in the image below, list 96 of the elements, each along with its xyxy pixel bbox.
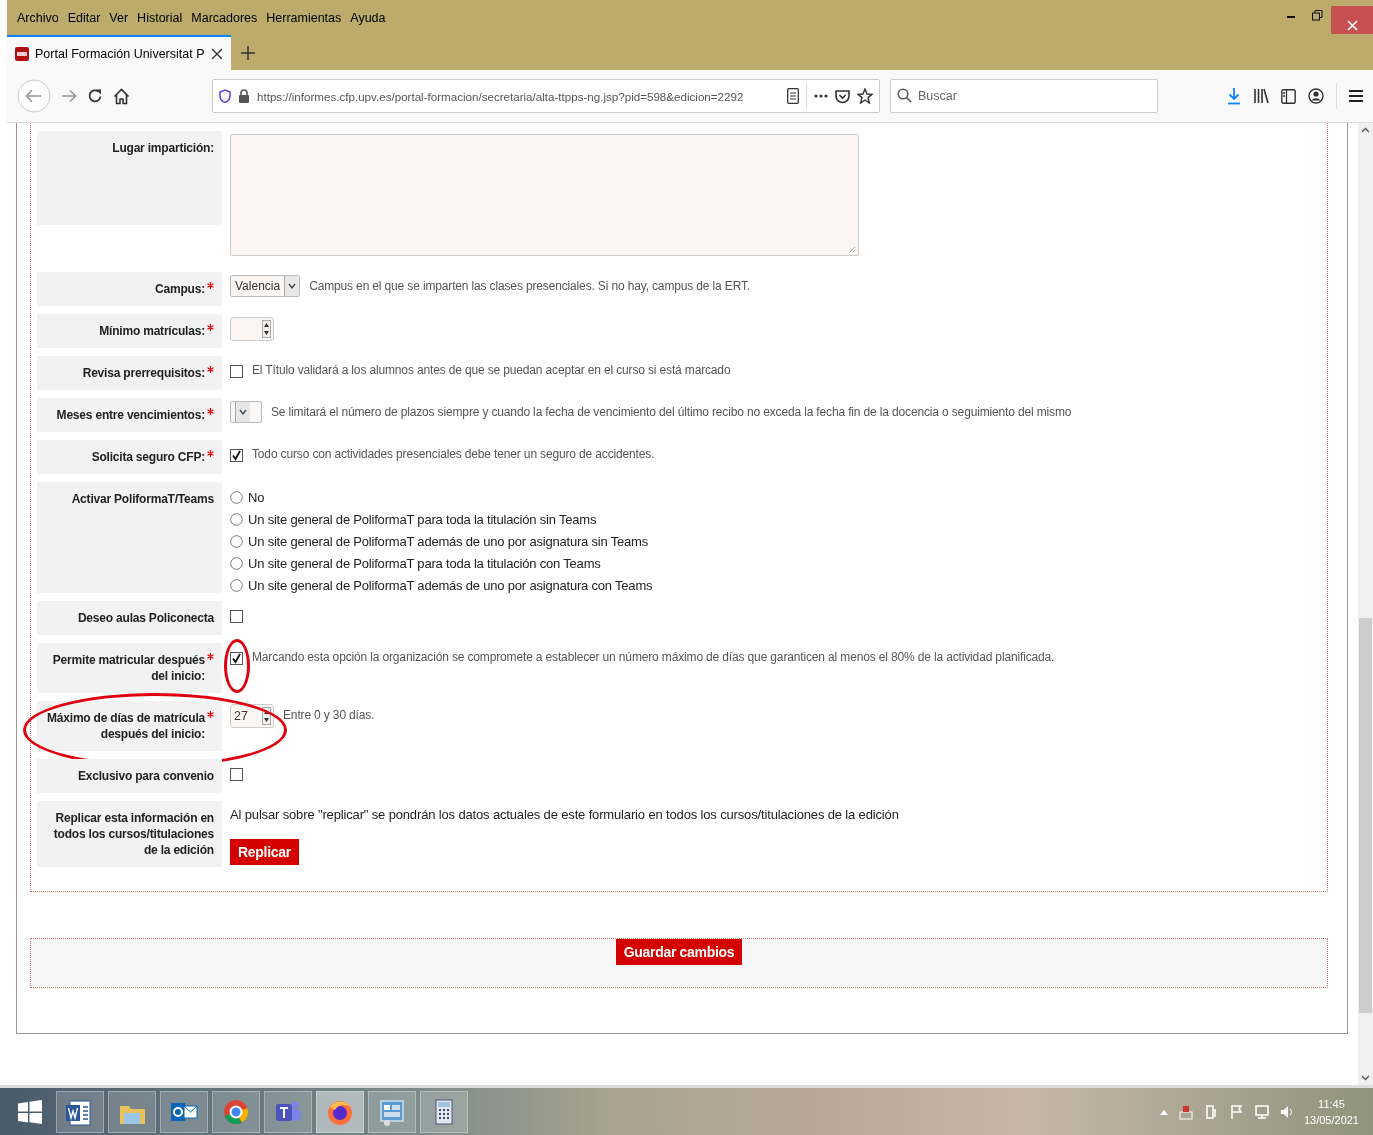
tab-title: Portal Formación Universitat P <box>35 46 205 61</box>
radio-button[interactable] <box>230 579 243 592</box>
up-caret-icon[interactable] <box>1159 1108 1168 1115</box>
caret-icon <box>239 409 247 415</box>
flag-icon[interactable] <box>1229 1103 1244 1120</box>
clock-time: 11:45 <box>1318 1097 1345 1110</box>
dropdown[interactable]: Valencia <box>230 275 301 297</box>
menu-item[interactable]: Editar <box>67 10 101 25</box>
restore-icon[interactable] <box>1312 10 1323 21</box>
field-label: Exclusivo para convenio <box>77 768 214 784</box>
save-button[interactable]: Guardar cambios <box>615 939 743 965</box>
resize-grip-icon <box>849 246 856 253</box>
field-label: Revisa prerrequisitos: <box>82 365 205 381</box>
radio-button[interactable] <box>230 535 243 548</box>
radio-label: No <box>248 490 265 505</box>
url-text: https://informes.cfp.upv.es/portal-formacion/secretaria/alta-ttpps-ng.jsp?pid=598&edicion=2292 <box>257 89 745 103</box>
taskbar-button[interactable] <box>316 1090 364 1133</box>
colored-circle-icon <box>222 1097 250 1126</box>
forward-icon[interactable] <box>61 89 77 103</box>
help-text: Entre 0 y 30 días. <box>283 707 375 723</box>
number-field[interactable] <box>230 317 274 341</box>
pocket-icon[interactable] <box>835 88 850 104</box>
radio-button[interactable] <box>230 557 243 570</box>
search-field[interactable]: Buscar <box>890 79 1158 113</box>
field-label: Lugar impartición: <box>112 140 214 156</box>
browser-tab[interactable]: Portal Formación Universitat P <box>7 35 231 70</box>
search-icon <box>897 88 912 103</box>
radio-label: Un site general de PoliformaT para toda la titulación sin Teams <box>248 512 597 527</box>
help-text: Todo curso con actividades presenciales debe tener un seguro de accidentes. <box>252 446 655 462</box>
taskbar-button[interactable] <box>160 1090 208 1133</box>
back-icon[interactable] <box>17 79 51 113</box>
replicar-button[interactable]: Replicar <box>230 839 299 865</box>
radio-label: Un site general de PoliformaT para toda la titulación con Teams <box>248 556 601 571</box>
dropdown[interactable] <box>230 401 262 423</box>
help-text: Se limitará el número de plazos siempre y cuando la fecha de vencimiento del último recibo no exceda la fecha fin de la docencia o seguimiento del mismo <box>271 404 1072 420</box>
download-icon[interactable] <box>1227 87 1241 105</box>
menu-item[interactable]: Historial <box>137 10 183 25</box>
menu-item[interactable]: Ayuda <box>350 10 386 25</box>
checkbox[interactable] <box>230 365 243 378</box>
monitor-icon[interactable] <box>1253 1103 1270 1120</box>
checkbox[interactable] <box>230 768 243 781</box>
help-text: Campus en el que se imparten las clases presenciales. Si no hay, campus de la ERT. <box>309 278 750 294</box>
caret-icon <box>288 283 297 289</box>
help-text: Marcando esta opción la organización se compromete a establecer un número máximo de días que garanticen al menos el 80% de la actividad planificada. <box>252 649 1055 665</box>
menu-item[interactable]: Ver <box>109 10 129 25</box>
taskbar-button[interactable] <box>108 1090 156 1133</box>
account-icon[interactable] <box>1308 88 1324 104</box>
plus-icon[interactable] <box>240 45 255 60</box>
spinner-icon <box>262 707 271 725</box>
address-bar[interactable]: https://informes.cfp.upv.es/portal-formacion/secretaria/alta-ttpps-ng.jsp?pid=598&edicion=2292 <box>212 79 880 113</box>
library-icon[interactable] <box>1253 88 1269 104</box>
checkbox[interactable] <box>230 449 243 462</box>
start-button[interactable] <box>18 1099 42 1124</box>
control-panel-icon <box>378 1097 406 1126</box>
menu-item[interactable]: Archivo <box>17 10 59 25</box>
close-button[interactable] <box>1331 6 1373 34</box>
close-icon <box>1346 19 1358 31</box>
field-label: Meses entre vencimientos: <box>56 407 205 423</box>
field-label: Mínimo matrículas: <box>99 323 205 339</box>
checkbox[interactable] <box>230 652 243 665</box>
help-text: Al pulsar sobre "replicar" se pondrán los datos actuales de este formulario en todos los cursos/titulaciones de la edición <box>230 806 899 823</box>
reload-icon[interactable] <box>87 88 103 104</box>
field-label: Deseo aulas Policonecta <box>77 610 214 626</box>
spinner-icon <box>262 320 271 338</box>
more-dots-icon[interactable] <box>814 94 828 98</box>
radio-label: Un site general de PoliformaT además de uno por asignatura sin Teams <box>248 534 648 549</box>
sidebar-icon[interactable] <box>1281 88 1296 104</box>
scrollbar-thumb[interactable] <box>1359 618 1372 1013</box>
radio-button[interactable] <box>230 513 243 526</box>
network-icon[interactable] <box>1177 1103 1194 1120</box>
favicon <box>15 46 29 61</box>
number-field[interactable]: 27 <box>230 704 274 728</box>
field-label: Replicar esta información en todos los cursos/titulaciones de la edición <box>52 810 214 858</box>
radio-label: Un site general de PoliformaT además de uno por asignatura con Teams <box>248 578 653 593</box>
checkbox[interactable] <box>230 610 243 623</box>
field-label: Campus: <box>155 281 205 297</box>
field-label: Activar PoliformaT/Teams <box>71 491 214 507</box>
help-text: El Título validará a los alumnos antes de que se puedan aceptar en el curso si está marcado <box>252 362 731 378</box>
radio-button[interactable] <box>230 491 243 504</box>
close-icon[interactable] <box>210 47 223 60</box>
home-icon[interactable] <box>113 87 130 105</box>
field-label: Máximo de días de matrícula después del inicio: <box>46 710 205 742</box>
menu-icon[interactable] <box>1349 89 1363 103</box>
star-icon[interactable] <box>857 88 873 104</box>
taskbar-button[interactable] <box>212 1090 260 1133</box>
taskbar-button[interactable] <box>56 1090 104 1133</box>
taskbar-button[interactable] <box>264 1090 312 1133</box>
menu-item[interactable]: Marcadores <box>191 10 258 25</box>
lock-icon <box>238 89 250 103</box>
taskbar-button[interactable] <box>420 1090 468 1133</box>
menu-item[interactable]: Herramientas <box>266 10 342 25</box>
reader-icon[interactable] <box>787 88 799 104</box>
field-label: Permite matricular después del inicio: <box>51 652 205 684</box>
shield-icon <box>219 89 231 103</box>
clock-date: 13/05/2021 <box>1303 1113 1359 1126</box>
field-label: Solicita seguro CFP: <box>91 449 205 465</box>
